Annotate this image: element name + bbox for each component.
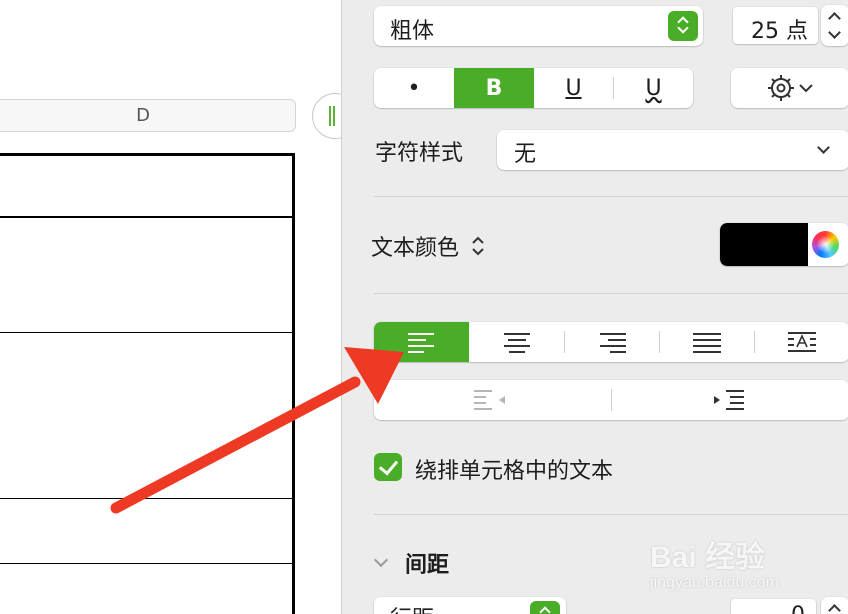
- table-row-divider: [0, 498, 292, 499]
- section-divider: [374, 293, 848, 294]
- bold-button[interactable]: B: [454, 68, 534, 108]
- justify-button[interactable]: [659, 322, 754, 362]
- chevron-down-icon: [828, 26, 841, 39]
- chevron-updown-icon: [668, 11, 698, 41]
- font-family-popup[interactable]: 粗体: [374, 6, 703, 46]
- resize-grip-icon: [329, 106, 335, 126]
- auto-align-icon: [787, 332, 816, 352]
- double-underline-button[interactable]: U: [614, 68, 693, 108]
- text-color-label[interactable]: 文本颜色: [371, 230, 486, 262]
- chevron-up-icon: [828, 12, 841, 25]
- char-style-label: 字符样式: [375, 141, 464, 166]
- bullet-label: •: [407, 75, 421, 101]
- align-right-icon: [598, 331, 626, 353]
- char-style-value: 无: [514, 142, 537, 167]
- watermark-url: jingyan.baidu.com: [650, 574, 779, 591]
- column-header-label: D: [136, 105, 150, 126]
- chevron-up-icon: [828, 604, 841, 614]
- text-color-well[interactable]: [720, 223, 848, 266]
- spacing-section-label[interactable]: 间距: [405, 547, 449, 579]
- spreadsheet-area: D: [0, 0, 341, 614]
- align-center-button[interactable]: [469, 322, 564, 362]
- table-row-divider: [0, 563, 292, 564]
- align-left-button[interactable]: [374, 322, 469, 362]
- color-wheel-icon[interactable]: [812, 231, 839, 258]
- alignment-segmented: [374, 322, 848, 362]
- segment-divider: [611, 389, 612, 411]
- font-size-value: 25 点: [751, 19, 808, 44]
- chevron-updown-icon: [530, 601, 560, 614]
- bold-label: B: [485, 75, 503, 101]
- wrap-text-label[interactable]: 绕排单元格中的文本: [415, 453, 613, 485]
- align-left-icon: [407, 331, 436, 353]
- more-text-options-button[interactable]: [731, 68, 848, 108]
- font-style-segmented: • B U U: [374, 68, 693, 108]
- chevron-down-icon: [817, 141, 830, 154]
- table-grid[interactable]: [0, 153, 295, 614]
- wrap-text-checkbox[interactable]: [374, 453, 402, 481]
- line-spacing-value: 0: [791, 603, 805, 614]
- line-spacing-label: 行距: [390, 601, 434, 614]
- line-spacing-value-field[interactable]: 0: [731, 599, 816, 614]
- underline-label: U: [565, 75, 582, 101]
- disclosure-chevron-icon[interactable]: [373, 552, 389, 568]
- section-divider: [374, 514, 848, 515]
- section-divider: [374, 196, 848, 197]
- column-header-d[interactable]: D: [0, 99, 296, 132]
- increase-indent-icon[interactable]: [714, 389, 748, 411]
- char-style-popup[interactable]: 无: [497, 130, 848, 170]
- decrease-indent-icon[interactable]: [474, 389, 508, 411]
- column-resize-handle[interactable]: [312, 93, 341, 139]
- align-center-icon: [503, 331, 531, 353]
- text-color-label-text: 文本颜色: [371, 236, 460, 261]
- chevron-updown-icon: [472, 236, 484, 256]
- bullet-style-button[interactable]: •: [374, 68, 454, 108]
- font-size-field[interactable]: 25 点: [733, 7, 818, 44]
- line-spacing-stepper[interactable]: [821, 597, 848, 614]
- line-spacing-popup[interactable]: 行距: [374, 597, 566, 614]
- watermark-brand: Bai 经验: [650, 541, 766, 574]
- double-underline-label: U: [645, 75, 662, 101]
- align-right-button[interactable]: [564, 322, 659, 362]
- gear-icon: [768, 75, 813, 101]
- baidu-jingyan-watermark: Bai 经验 jingyan.baidu.com: [650, 520, 810, 600]
- justify-icon: [692, 331, 721, 353]
- table-row-divider: [0, 332, 292, 333]
- indent-segmented: [374, 380, 848, 420]
- underline-button[interactable]: U: [534, 68, 613, 108]
- auto-align-button[interactable]: [754, 322, 848, 362]
- font-family-value: 粗体: [390, 19, 435, 44]
- color-swatch[interactable]: [720, 223, 808, 266]
- font-size-stepper[interactable]: [821, 5, 848, 46]
- table-row-divider: [0, 216, 292, 218]
